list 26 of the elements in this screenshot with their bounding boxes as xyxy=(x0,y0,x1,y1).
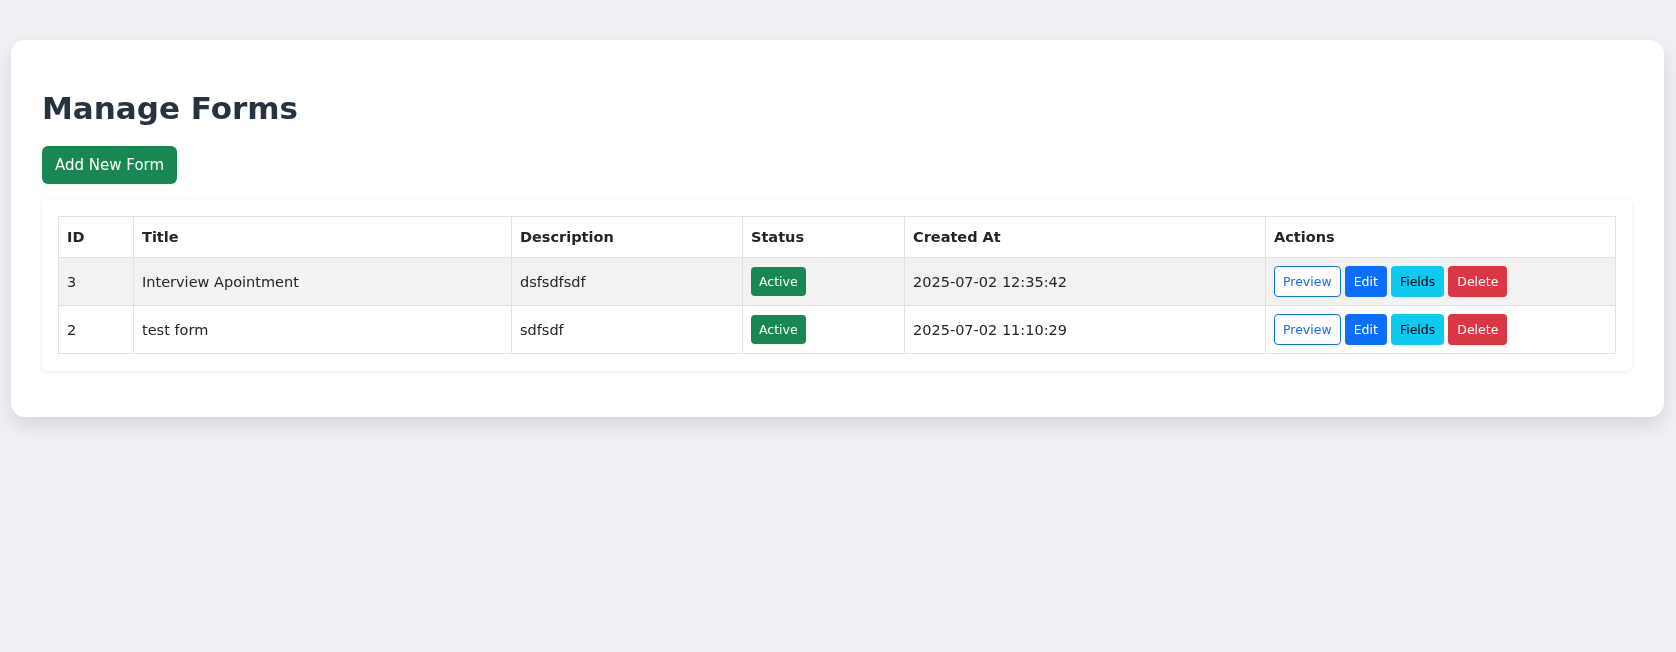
table-cell: Interview Apointment xyxy=(133,257,512,306)
column-header: Description xyxy=(511,216,743,258)
preview-button[interactable]: Preview xyxy=(1274,266,1341,297)
table-cell: 2025-07-02 11:10:29 xyxy=(904,305,1266,354)
column-header: Actions xyxy=(1265,216,1616,258)
table-cell: 2 xyxy=(58,305,134,354)
edit-button[interactable]: Edit xyxy=(1344,266,1387,297)
delete-button[interactable]: Delete xyxy=(1448,314,1508,345)
column-header: Title xyxy=(133,216,512,258)
status-badge: Active xyxy=(751,315,806,344)
column-header: ID xyxy=(58,216,134,258)
table-cell: test form xyxy=(133,305,512,354)
fields-button[interactable]: Fields xyxy=(1390,266,1445,297)
column-header: Status xyxy=(742,216,905,258)
table-cell: dsfsdfsdf xyxy=(511,257,743,306)
edit-button[interactable]: Edit xyxy=(1344,314,1387,345)
delete-button[interactable]: Delete xyxy=(1448,266,1508,297)
preview-button[interactable]: Preview xyxy=(1274,314,1341,345)
table-cell: 2025-07-02 12:35:42 xyxy=(904,257,1266,306)
table-cell: sdfsdf xyxy=(511,305,743,354)
table-cell: 3 xyxy=(58,257,134,306)
fields-button[interactable]: Fields xyxy=(1390,314,1445,345)
column-header: Created At xyxy=(904,216,1266,258)
add-form-button[interactable]: Add New Form xyxy=(42,146,178,184)
page-title: Manage Forms xyxy=(42,90,300,126)
status-badge: Active xyxy=(751,267,806,296)
